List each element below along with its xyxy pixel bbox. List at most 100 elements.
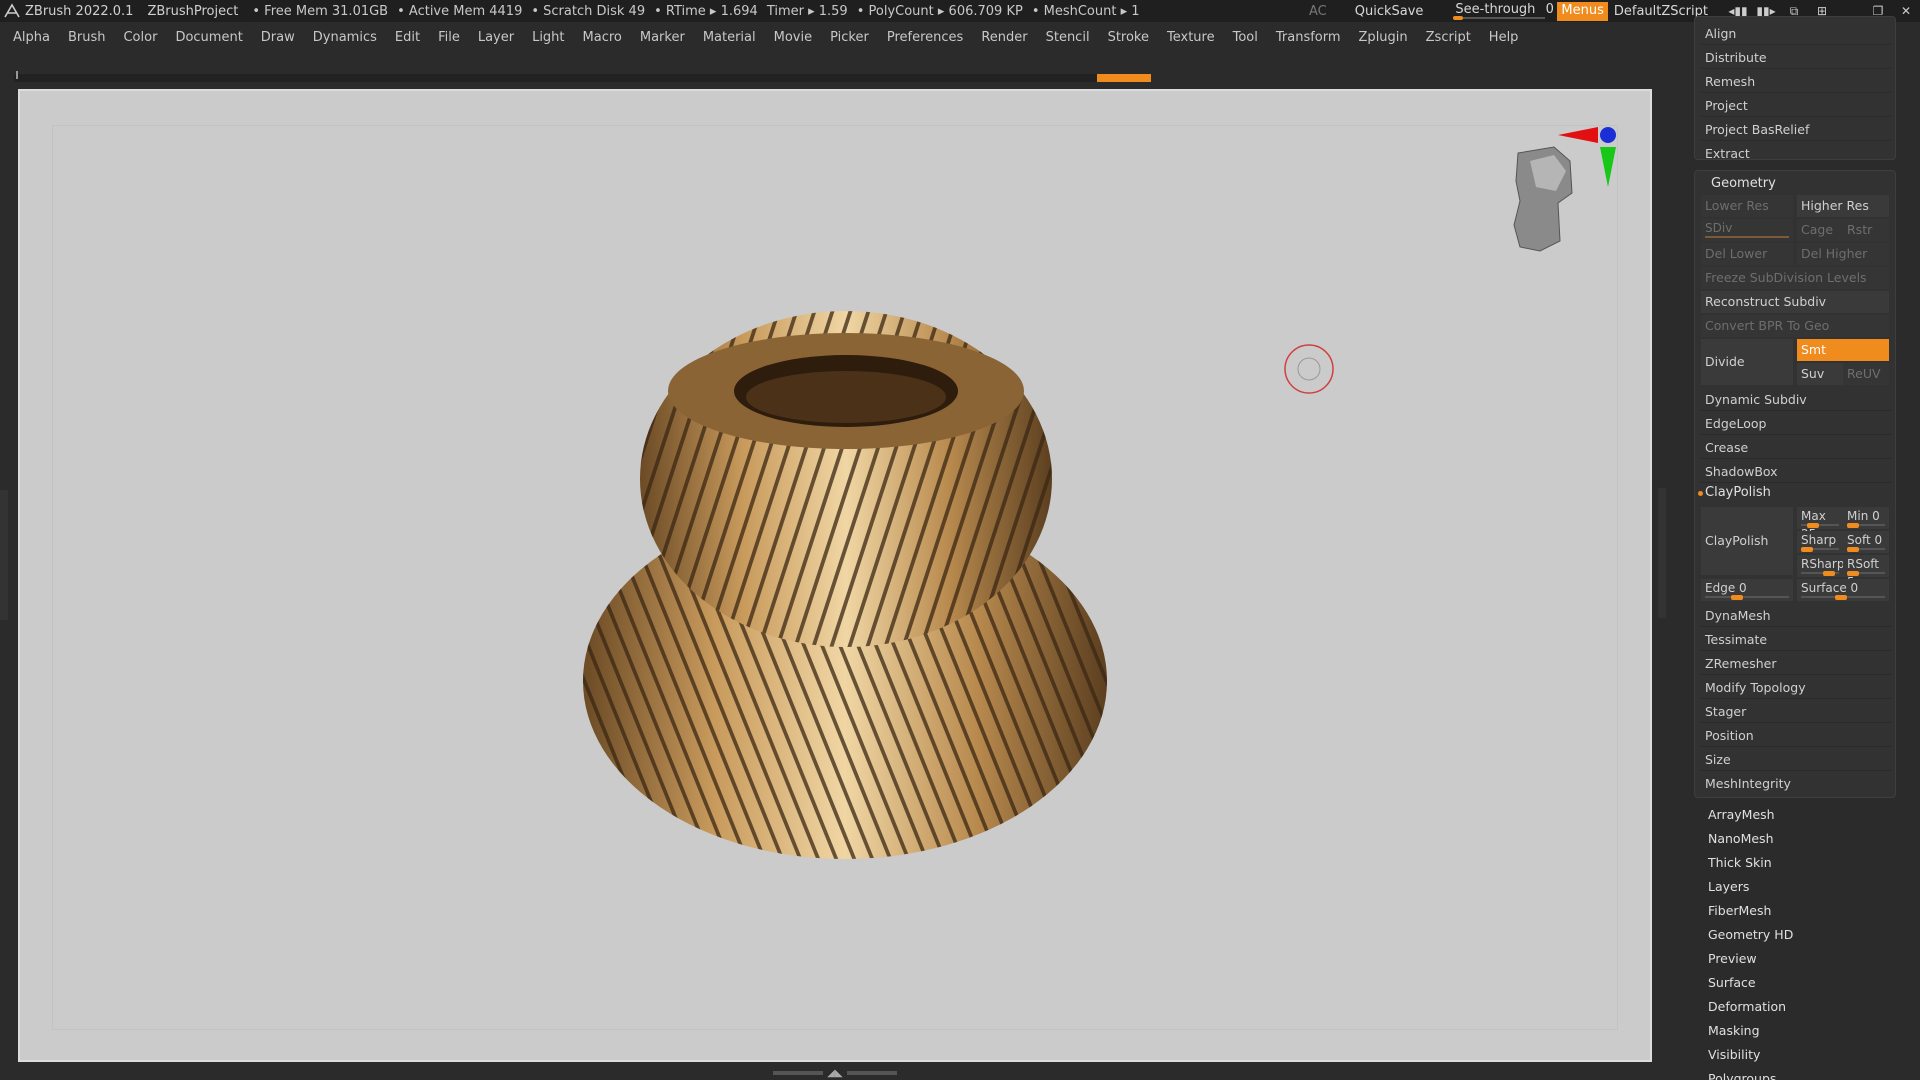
subpalette-visibility[interactable]: Visibility (1708, 1047, 1760, 1062)
bottom-tray-toggle[interactable]: ◢◣ (770, 1068, 900, 1079)
menu-draw[interactable]: Draw (258, 28, 298, 47)
smt-toggle[interactable]: Smt (1797, 339, 1889, 361)
subpalette-masking[interactable]: Masking (1708, 1023, 1760, 1038)
geometry-header[interactable]: Geometry (1711, 176, 1776, 191)
menu-file[interactable]: File (435, 28, 463, 47)
surface-label: Surface 0 (1801, 581, 1859, 595)
distribute-button[interactable]: Distribute (1701, 47, 1891, 69)
menu-color[interactable]: Color (120, 28, 160, 47)
menu-light[interactable]: Light (529, 28, 567, 47)
menu-tool[interactable]: Tool (1230, 28, 1261, 47)
menu-stencil[interactable]: Stencil (1043, 28, 1093, 47)
reconstruct-subdiv-button[interactable]: Reconstruct Subdiv (1701, 291, 1889, 313)
tessimate-button[interactable]: Tessimate (1701, 629, 1891, 651)
sharp-slider[interactable]: Sharp (1797, 531, 1843, 553)
window-close-icon[interactable]: ✕ (1892, 0, 1920, 22)
remesh-button[interactable]: Remesh (1701, 71, 1891, 93)
del-higher-button[interactable]: Del Higher (1797, 243, 1889, 265)
subpalette-preview[interactable]: Preview (1708, 951, 1757, 966)
menu-document[interactable]: Document (172, 28, 245, 47)
rstr-button[interactable]: Rstr (1843, 219, 1889, 241)
top-shelf-strip[interactable] (14, 71, 1151, 82)
dynamic-subdiv-button[interactable]: Dynamic Subdiv (1701, 389, 1891, 411)
edge-slider[interactable]: Edge 0 (1701, 579, 1793, 601)
navigation-head-icon[interactable] (1513, 127, 1616, 252)
crease-button[interactable]: Crease (1701, 437, 1891, 459)
menu-stroke[interactable]: Stroke (1105, 28, 1152, 47)
subpalette-thick-skin[interactable]: Thick Skin (1708, 855, 1772, 870)
menu-picker[interactable]: Picker (827, 28, 872, 47)
subpalette-surface[interactable]: Surface (1708, 975, 1756, 990)
subpalette-nanomesh[interactable]: NanoMesh (1708, 831, 1774, 846)
menu-brush[interactable]: Brush (65, 28, 109, 47)
menu-macro[interactable]: Macro (580, 28, 625, 47)
menu-preferences[interactable]: Preferences (884, 28, 966, 47)
subpalette-deformation[interactable]: Deformation (1708, 999, 1786, 1014)
meshintegrity-button[interactable]: MeshIntegrity (1701, 773, 1891, 795)
menu-edit[interactable]: Edit (392, 28, 423, 47)
rsoft-slider[interactable]: RSoft 5 (1843, 555, 1889, 589)
zremesher-button[interactable]: ZRemesher (1701, 653, 1891, 675)
size-button[interactable]: Size (1701, 749, 1891, 771)
left-tray-handle[interactable] (0, 490, 8, 620)
project-button[interactable]: Project (1701, 95, 1891, 117)
subpalette-polygroups[interactable]: Polygroups (1708, 1071, 1776, 1080)
modify-topology-button[interactable]: Modify Topology (1701, 677, 1891, 699)
scene-svg (583, 127, 1616, 859)
dynamesh-button[interactable]: DynaMesh (1701, 605, 1891, 627)
sdiv-slider[interactable]: SDiv (1701, 219, 1793, 241)
quicksave-button[interactable]: QuickSave (1355, 4, 1424, 19)
extract-button[interactable]: Extract (1701, 143, 1891, 165)
brush-cursor-icon (1284, 344, 1334, 394)
higher-res-button[interactable]: Higher Res (1797, 195, 1889, 217)
default-zscript-button[interactable]: DefaultZScript (1614, 4, 1708, 19)
subpalette-fibermesh[interactable]: FiberMesh (1708, 903, 1771, 918)
menu-render[interactable]: Render (978, 28, 1030, 47)
stager-button[interactable]: Stager (1701, 701, 1891, 723)
menu-texture[interactable]: Texture (1164, 28, 1218, 47)
subtool-panel: Align Distribute Remesh Project Project … (1694, 16, 1896, 161)
active-mem: • Active Mem 4419 (397, 3, 523, 19)
ac-button[interactable]: AC (1309, 4, 1327, 19)
lower-res-button[interactable]: Lower Res (1701, 195, 1793, 217)
project-basrelief-button[interactable]: Project BasRelief (1701, 119, 1891, 141)
convert-bpr-button[interactable]: Convert BPR To Geo (1701, 315, 1889, 337)
menu-dynamics[interactable]: Dynamics (310, 28, 380, 47)
right-tray-handle[interactable] (1658, 488, 1666, 618)
rsharp-slider[interactable]: RSharp (1797, 555, 1844, 577)
sdiv-label: SDiv (1705, 221, 1733, 235)
max-slider[interactable]: Max 25 (1797, 507, 1843, 541)
menu-material[interactable]: Material (700, 28, 759, 47)
align-button[interactable]: Align (1701, 23, 1891, 45)
reuv-toggle[interactable]: ReUV (1843, 363, 1889, 385)
canvas-viewport[interactable] (18, 89, 1652, 1062)
soft-slider[interactable]: Soft 0 (1843, 531, 1889, 553)
menu-zscript[interactable]: Zscript (1423, 28, 1474, 47)
menu-zplugin[interactable]: Zplugin (1356, 28, 1411, 47)
menu-layer[interactable]: Layer (475, 28, 517, 47)
menu-marker[interactable]: Marker (637, 28, 688, 47)
freeze-subdiv-button[interactable]: Freeze SubDivision Levels (1701, 267, 1889, 289)
del-lower-button[interactable]: Del Lower (1701, 243, 1793, 265)
menu-alpha[interactable]: Alpha (10, 28, 53, 47)
min-slider[interactable]: Min 0 (1843, 507, 1889, 529)
subpalette-geometry-hd[interactable]: Geometry HD (1708, 927, 1793, 942)
menu-movie[interactable]: Movie (771, 28, 815, 47)
scratch-disk: • Scratch Disk 49 (531, 3, 646, 19)
edgeloop-button[interactable]: EdgeLoop (1701, 413, 1891, 435)
suv-toggle[interactable]: Suv (1797, 363, 1843, 385)
subpalette-arraymesh[interactable]: ArrayMesh (1708, 807, 1775, 822)
divide-button[interactable]: Divide (1701, 339, 1793, 385)
surface-slider[interactable]: Surface 0 (1797, 579, 1889, 601)
menu-transform[interactable]: Transform (1273, 28, 1344, 47)
vase-mesh[interactable] (583, 311, 1107, 859)
see-through-slider[interactable]: See-through 0 (1451, 2, 1554, 20)
claypolish-header[interactable]: ClayPolish (1705, 485, 1771, 500)
shadowbox-button[interactable]: ShadowBox (1701, 461, 1891, 483)
menu-help[interactable]: Help (1486, 28, 1522, 47)
claypolish-button[interactable]: ClayPolish (1701, 507, 1793, 575)
position-button[interactable]: Position (1701, 725, 1891, 747)
menus-toggle-button[interactable]: Menus (1557, 1, 1608, 21)
cage-button[interactable]: Cage (1797, 219, 1843, 241)
subpalette-layers[interactable]: Layers (1708, 879, 1749, 894)
